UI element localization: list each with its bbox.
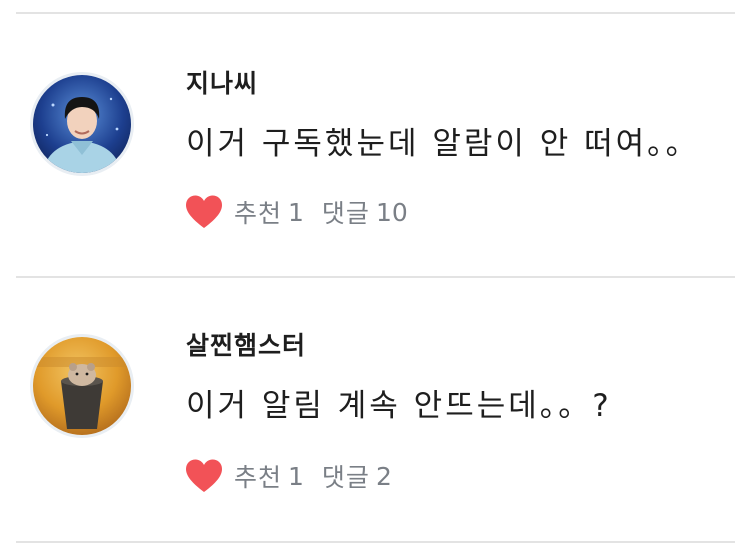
- like-label[interactable]: 추천: [234, 194, 282, 230]
- like-label[interactable]: 추천: [234, 458, 282, 494]
- username[interactable]: 지나씨: [186, 64, 258, 100]
- reply-count: 10: [375, 197, 408, 227]
- comment-text: 이거 알림 계속 안뜨는데。。?: [186, 388, 612, 424]
- reply-count: 2: [375, 461, 392, 491]
- comment-item: 살찐햄스터 이거 알림 계속 안뜨는데。。? 추천 1 댓글 2: [0, 278, 735, 540]
- avatar-photo: [33, 75, 131, 173]
- avatar-photo: [33, 337, 131, 435]
- divider-bottom: [16, 541, 735, 543]
- reply-label[interactable]: 댓글: [322, 458, 370, 494]
- reply-label[interactable]: 댓글: [322, 194, 370, 230]
- comment-text: 이거 구독했눈데 알람이 안 떠여。。: [186, 126, 700, 162]
- avatar[interactable]: [30, 72, 134, 176]
- comment-meta: 추천 1 댓글 10: [184, 192, 408, 232]
- like-count: 1: [288, 461, 304, 491]
- comment-meta: 추천 1 댓글 2: [184, 456, 392, 496]
- comment-item: 지나씨 이거 구독했눈데 알람이 안 떠여。。 추천 1 댓글 10: [0, 14, 735, 276]
- like-count: 1: [288, 197, 304, 227]
- username[interactable]: 살찐햄스터: [186, 326, 306, 362]
- heart-icon[interactable]: [184, 194, 224, 230]
- avatar[interactable]: [30, 334, 134, 438]
- heart-icon[interactable]: [184, 458, 224, 494]
